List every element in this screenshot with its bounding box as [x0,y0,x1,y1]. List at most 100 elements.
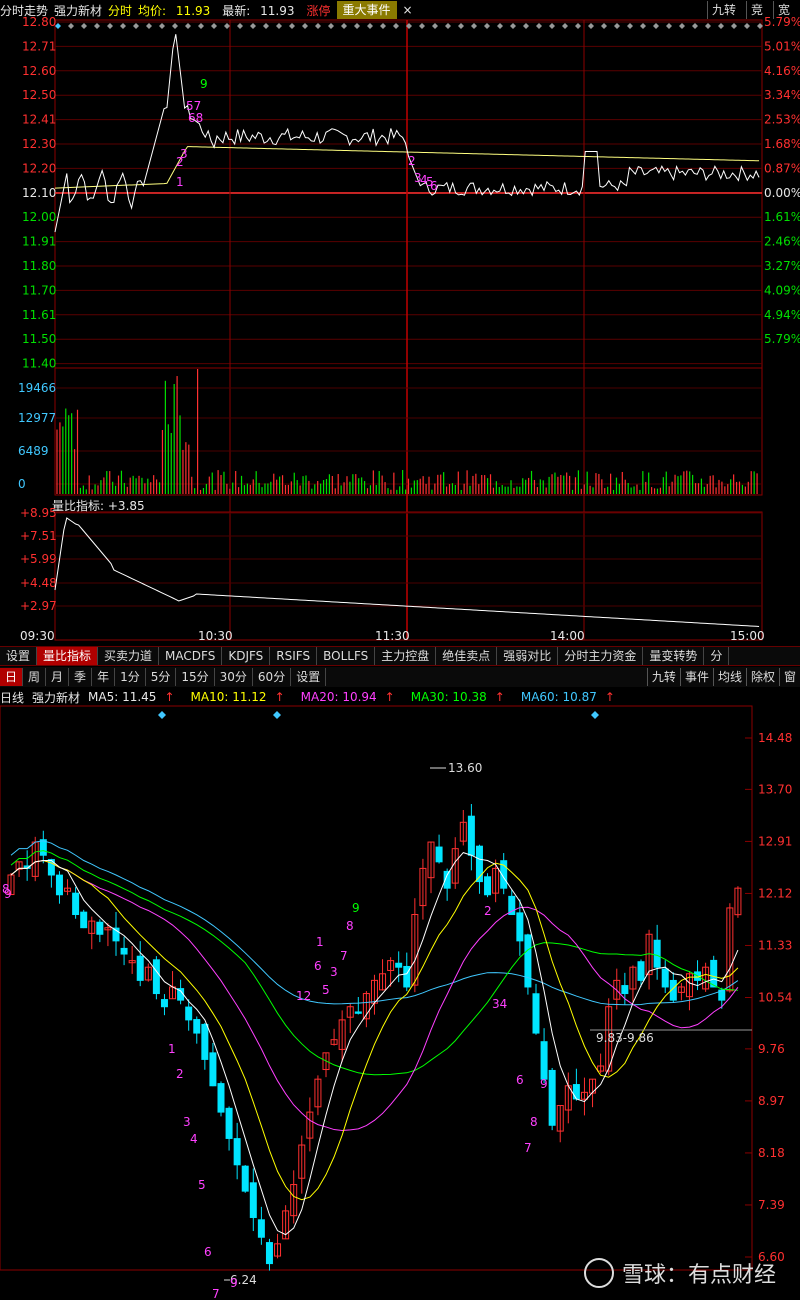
ma5-value: MA5: 11.45 ↑ [88,690,175,704]
event-diamond-icon [159,23,165,29]
candle-body [637,961,645,981]
volume-tick-label: 19466 [18,381,56,395]
event-diamond-icon [224,23,230,29]
tab-kdjfs[interactable]: KDJFS [222,647,271,665]
price-tick-label: 11.70 [22,283,56,297]
event-diamond-icon [497,23,503,29]
time-tick-label: 14:00 [550,629,585,643]
tab-best-sell[interactable]: 绝佳卖点 [436,647,498,665]
candle-body [435,846,443,863]
liangbi-tick-label: +4.48 [20,576,57,590]
jiuzhuan-toggle[interactable]: 九转 [646,668,680,686]
kline-annotation: 8 [2,882,10,896]
kline-annotation: 7 [524,1141,532,1155]
period-quarter[interactable]: 季 [69,668,93,686]
kline-annotation: 5 [322,983,330,997]
tab-intraday-funds[interactable]: 分时主力资金 [558,647,644,665]
candle-body [257,1219,265,1238]
tab-rsifs[interactable]: RSIFS [270,647,318,665]
tab-liangbi[interactable]: 量比指标 [37,647,99,665]
tab-bollfs[interactable]: BOLLFS [317,647,376,665]
event-diamond-icon [601,23,607,29]
candle-body [225,1107,233,1139]
event-diamond-icon [588,23,594,29]
pct-tick-label: 2.53% [764,113,800,127]
period-1min[interactable]: 1分 [115,668,146,686]
event-diamond-icon [510,23,516,29]
pct-tick-label: 1.61% [764,210,800,224]
candle-body [548,1069,556,1126]
event-diamond-icon [692,23,698,29]
kline-price-tick: 8.18 [758,1146,785,1160]
ma-toggle[interactable]: 均线 [712,668,746,686]
kline-label: 日线 [0,690,25,705]
candle-body [80,911,88,929]
kline-price-tick: 14.48 [758,731,792,745]
event-diamond-icon [653,23,659,29]
price-tick-label: 11.61 [22,308,56,322]
period-60min[interactable]: 60分 [253,668,292,686]
event-diamond-icon [445,23,451,29]
kline-price-tick: 13.70 [758,782,792,796]
candle-body [661,968,669,988]
tab-macdfs[interactable]: MACDFS [159,647,223,665]
pct-tick-label: 5.79% [764,332,800,346]
candle-body [467,815,475,856]
candle-body [160,999,168,1008]
kline-annotation: 2 [484,904,492,918]
tab-buy-sell-force[interactable]: 买卖力道 [98,647,160,665]
event-diamond-icon [549,23,555,29]
tab-more[interactable]: 分 [704,647,730,665]
tick-annotation: 68 [188,111,203,125]
event-diamond-icon [666,23,672,29]
events-toggle[interactable]: 事件 [679,668,713,686]
tab-main-control[interactable]: 主力控盘 [375,647,437,665]
period-month[interactable]: 月 [46,668,70,686]
period-5min[interactable]: 5分 [146,668,177,686]
candle-body [55,874,63,896]
event-diamond-icon [328,23,334,29]
event-diamond-icon [263,23,269,29]
period-day[interactable]: 日 [0,668,24,686]
price-tick-label: 12.41 [22,113,56,127]
kline-annotation: 7 [340,949,348,963]
event-diamond-icon [679,23,685,29]
tab-settings[interactable]: 设置 [0,647,38,665]
price-tick-label: 11.40 [22,357,56,371]
period-bar: 日 周 月 季 年 1分 5分 15分 30分 60分 设置 九转 事件 均线 … [0,667,800,687]
event-diamond-icon [484,23,490,29]
period-30min[interactable]: 30分 [215,668,253,686]
exright-toggle[interactable]: 除权 [745,668,779,686]
kline-annotation: 9 [230,1276,238,1290]
ma-legend: 日线 强力新材 MA5: 11.45 ↑ MA10: 11.12 ↑ MA20: 1… [0,688,800,706]
volume-tick-label: 0 [18,477,26,491]
period-15min[interactable]: 15分 [176,668,215,686]
period-settings[interactable]: 设置 [291,668,327,686]
pct-tick-label: 4.94% [764,308,800,322]
event-diamond-icon [302,23,308,29]
kline-annotation: 4 [190,1132,198,1146]
price-tick-label: 12.60 [22,64,56,78]
event-diamond-icon [458,23,464,29]
candle-body [193,1019,201,1034]
window-button[interactable]: 窗 [778,668,800,686]
period-week[interactable]: 周 [23,668,47,686]
pct-tick-label: 5.79% [764,15,800,29]
kline-annotation: 6 [204,1245,212,1259]
price-tick-label: 12.20 [22,161,56,175]
period-year[interactable]: 年 [92,668,116,686]
tab-strength-compare[interactable]: 强弱对比 [497,647,559,665]
ma10-value: MA10: 11.12 ↑ [190,690,285,704]
candle-body [572,1084,580,1100]
kline-frame [0,705,753,1271]
pct-tick-label: 0.87% [764,161,800,175]
kline-annotation: 3 [330,965,338,979]
candle-body [621,985,629,995]
price-tick-label: 11.80 [22,259,56,273]
kline-annotation: 9 [540,1077,548,1091]
candle-body [516,912,524,942]
tick-annotation: 6 [430,179,438,193]
candle-body [524,934,532,988]
tab-volume-trend[interactable]: 量变转势 [643,647,705,665]
liangbi-tick-label: +2.97 [20,599,57,613]
